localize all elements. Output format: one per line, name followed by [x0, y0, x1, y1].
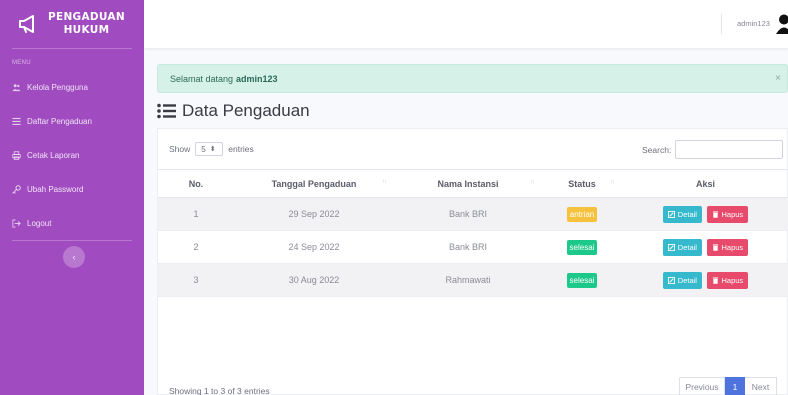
sidebar-item-kelola-pengguna[interactable]: Kelola Pengguna [0, 70, 144, 104]
logout-icon [12, 218, 21, 228]
cell-tanggal: 30 Aug 2022 [234, 263, 394, 297]
alert-username: admin123 [236, 73, 278, 84]
megaphone-icon [19, 15, 34, 33]
brand-title: PENGADUAN HUKUM [48, 11, 125, 37]
trash-icon [712, 210, 718, 218]
sidebar-item-label: Cetak Laporan [27, 150, 80, 160]
edit-icon [667, 210, 675, 218]
select-arrows-icon: ⬍ [209, 146, 216, 153]
users-icon [12, 83, 21, 92]
trash-icon [712, 276, 718, 284]
sidebar-item-label: Ubah Password [27, 184, 84, 194]
cell-status: selesai [542, 230, 622, 264]
brand-line-1: PENGADUAN [48, 11, 125, 23]
cell-aksi: Detail Hapus [622, 230, 788, 264]
cell-status: antrian [542, 197, 622, 231]
sidebar-heading: MENU [12, 60, 31, 66]
sort-icon: ↑↓ [530, 179, 535, 185]
status-badge: selesai [566, 239, 598, 255]
complaints-table: No. Tanggal Pengaduan ↑↓ Nama Instansi ↑↓ … [158, 169, 788, 297]
entries-label: entries [228, 144, 254, 154]
page-title-text: Data Pengaduan [182, 101, 310, 120]
table-header-row: No. Tanggal Pengaduan ↑↓ Nama Instansi ↑↓ … [158, 169, 788, 198]
pagination-next[interactable]: Next [745, 377, 777, 395]
cell-no: 2 [158, 230, 234, 264]
brand-line-2: HUKUM [63, 24, 110, 36]
data-card: Show 5 ⬍ entries Search: No. Tanggal Pen… [157, 128, 788, 395]
table-info: Showing 1 to 3 of 3 entries [169, 386, 270, 395]
column-header-instansi[interactable]: Nama Instansi ↑↓ [394, 169, 542, 198]
sidebar-item-daftar-pengaduan[interactable]: Daftar Pengaduan [0, 104, 144, 138]
column-header-tanggal[interactable]: Tanggal Pengaduan ↑↓ [234, 169, 394, 198]
sort-icon: ↑↓ [382, 179, 387, 185]
topbar-divider [721, 14, 722, 34]
pagination-page-1[interactable]: 1 [725, 377, 745, 395]
column-header-status[interactable]: Status ↑↓ [542, 169, 622, 198]
cell-instansi: Rahmawati [394, 263, 542, 297]
cell-instansi: Bank BRI [394, 197, 542, 231]
entries-control: Show 5 ⬍ entries [169, 142, 254, 156]
sidebar-item-label: Logout [27, 218, 52, 228]
cell-no: 3 [158, 263, 234, 297]
edit-icon [667, 243, 675, 251]
user-avatar-icon[interactable] [775, 14, 788, 34]
cell-status: selesai [542, 263, 622, 297]
sidebar-item-label: Kelola Pengguna [27, 82, 88, 92]
sort-icon: ↑↓ [610, 179, 615, 185]
status-badge: selesai [566, 272, 598, 288]
show-label: Show [169, 144, 191, 154]
list-icon [12, 117, 21, 126]
cell-tanggal: 24 Sep 2022 [234, 230, 394, 264]
page-title: Data Pengaduan [157, 101, 310, 121]
entries-value: 5 [201, 144, 206, 154]
edit-icon [667, 276, 675, 284]
sidebar-item-cetak-laporan[interactable]: Cetak Laporan [0, 138, 144, 172]
pagination-previous[interactable]: Previous [679, 377, 725, 395]
close-icon[interactable]: × [775, 73, 781, 84]
sidebar-item-logout[interactable]: Logout [0, 206, 144, 240]
topbar-username[interactable]: admin123 [737, 19, 770, 28]
entries-select[interactable]: 5 ⬍ [195, 142, 224, 156]
detail-button[interactable]: Detail [662, 205, 702, 223]
search-label: Search: [642, 144, 672, 155]
cell-aksi: Detail Hapus [622, 263, 788, 297]
brand[interactable]: PENGADUAN HUKUM [0, 0, 144, 48]
chevron-left-icon: ‹ [72, 252, 76, 262]
column-header-aksi: Aksi [622, 169, 788, 198]
column-header-no[interactable]: No. [158, 169, 234, 198]
topbar: admin123 [144, 0, 788, 48]
print-icon [12, 150, 21, 160]
search-input[interactable] [675, 140, 784, 159]
pagination: Previous 1 Next [679, 377, 777, 395]
sidebar-item-label: Daftar Pengaduan [27, 116, 92, 126]
detail-button[interactable]: Detail [662, 271, 702, 289]
sidebar-toggle-button[interactable]: ‹ [63, 246, 85, 268]
status-badge: antrian [566, 206, 598, 222]
sidebar-item-ubah-password[interactable]: Ubah Password [0, 172, 144, 206]
table-row: 3 30 Aug 2022 Rahmawati selesai Detail H… [158, 263, 788, 297]
table-row: 1 29 Sep 2022 Bank BRI antrian Detail Ha… [158, 197, 788, 231]
list-ul-icon [157, 103, 176, 119]
search-control: Search: [642, 140, 784, 159]
cell-tanggal: 29 Sep 2022 [234, 197, 394, 231]
cell-aksi: Detail Hapus [622, 197, 788, 231]
sidebar-divider [12, 240, 132, 241]
hapus-button[interactable]: Hapus [706, 271, 749, 289]
welcome-alert: Selamat datang admin123 × [157, 64, 788, 93]
cell-instansi: Bank BRI [394, 230, 542, 264]
sidebar: PENGADUAN HUKUM MENU Kelola Pengguna Daf… [0, 0, 144, 395]
table-row: 2 24 Sep 2022 Bank BRI selesai Detail Ha… [158, 230, 788, 264]
hapus-button[interactable]: Hapus [706, 238, 749, 256]
hapus-button[interactable]: Hapus [706, 205, 749, 223]
cell-no: 1 [158, 197, 234, 231]
trash-icon [712, 243, 718, 251]
detail-button[interactable]: Detail [662, 238, 702, 256]
key-icon [12, 184, 21, 194]
alert-text: Selamat datang [170, 73, 234, 84]
